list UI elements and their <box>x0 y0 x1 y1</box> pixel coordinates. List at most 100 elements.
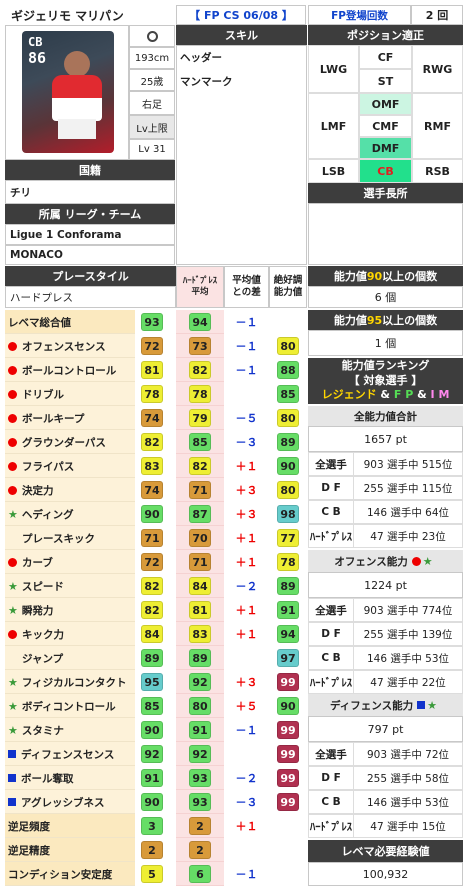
offense-ball-icon <box>8 341 17 351</box>
pos-st: ST <box>359 69 412 93</box>
offense-star-icon: ★ <box>422 554 433 568</box>
hp-avg-value: 2 <box>189 817 211 835</box>
defense-header-label: ディフェンス能力 <box>330 699 414 712</box>
top-form-header-line1: 絶好調 <box>273 274 303 286</box>
stat-row: キック力 84 83 ＋１ 94 <box>5 622 306 646</box>
stat-label-text: グラウンダーパス <box>22 436 106 449</box>
count95-num: 95 <box>366 313 383 327</box>
lv-value: Lv 31 <box>129 139 175 160</box>
stat-label: レベマ総合値 <box>8 310 71 334</box>
fp-count-label: FP登場回数 <box>308 5 411 25</box>
stat-label: キック力 <box>8 622 64 646</box>
stat-diff: ＋１ <box>235 532 258 545</box>
stat-label: ボール奪取 <box>8 766 74 790</box>
stat-diff: ＋１ <box>235 556 258 569</box>
hp-avg-value: 70 <box>189 529 211 547</box>
stat-label-text: スピード <box>21 580 64 593</box>
rank-key: C B <box>309 647 354 669</box>
stat-row: レベマ総合値 93 94 －１ <box>5 310 306 334</box>
club-header: 所属 リーグ・チーム <box>5 204 175 224</box>
star-icon: ★ <box>8 699 18 713</box>
hp-avg-value: 93 <box>189 769 211 787</box>
stat-label-text: 決定力 <box>22 484 54 497</box>
stat-diff <box>224 838 269 862</box>
stat-diff: －２ <box>235 580 258 593</box>
stat-row: フライパス 83 82 ＋１ 90 <box>5 454 306 478</box>
offense-ball-icon <box>8 365 17 375</box>
top-form-value: 99 <box>277 745 299 763</box>
stat-label-text: スタミナ <box>21 724 64 737</box>
stat-row: コンディション安定度 5 6 －１ <box>5 862 306 886</box>
rank-im: I M <box>430 388 450 402</box>
pos-lmf: LMF <box>308 93 359 159</box>
offense-ball-icon <box>411 556 421 566</box>
stat-label-text: レベマ総合値 <box>8 316 71 329</box>
card-position: CB <box>28 35 43 49</box>
offense-header-label: オフェンス能力 <box>334 555 408 568</box>
hp-avg-value: 82 <box>189 361 211 379</box>
top-form-value: 80 <box>277 409 299 427</box>
stat-diff <box>224 382 269 406</box>
rank-key: ﾊｰﾄﾞﾌﾟﾚｽ <box>309 671 354 693</box>
rank-row: D F 255 選手中 58位 <box>308 766 463 790</box>
stat-row: オフェンスセンス 72 73 －１ 80 <box>5 334 306 358</box>
stat-diff <box>224 646 269 670</box>
ranking-targets: レジェンド & F P & I M <box>322 388 450 403</box>
stat-label-text: ドリブル <box>22 388 64 401</box>
defense-square-icon <box>8 798 16 806</box>
hp-avg-value: 92 <box>189 673 211 691</box>
offense-ball-icon <box>8 485 17 495</box>
rank-value: 255 選手中 139位 <box>363 628 453 641</box>
rank-key: C B <box>309 501 354 523</box>
stat-value: 82 <box>141 601 163 619</box>
skill-item: マンマーク <box>180 76 233 88</box>
stat-row: ★ ボディコントロール 85 80 ＋５ 90 <box>5 694 306 718</box>
stat-diff: ＋１ <box>235 628 258 641</box>
hp-avg-header: ﾊｰﾄﾞﾌﾟﾚｽ 平均 <box>176 266 224 308</box>
count90-pre: 能力値 <box>333 270 367 283</box>
defense-square-icon <box>8 750 16 758</box>
stat-label: ディフェンスセンス <box>8 742 114 766</box>
rank-key: D F <box>309 477 354 499</box>
stat-row: ジャンプ 89 89 97 <box>5 646 306 670</box>
hp-avg-value: 93 <box>189 793 211 811</box>
top-form-value: 99 <box>277 673 299 691</box>
stat-label-text: ボディコントロール <box>21 700 116 713</box>
rank-key: ﾊｰﾄﾞﾌﾟﾚｽ <box>309 525 354 547</box>
stat-diff: －５ <box>235 412 258 425</box>
stat-diff: ＋３ <box>235 484 258 497</box>
stat-label: フライパス <box>8 454 74 478</box>
ranking-sub: 【 対象選手 】 <box>348 373 423 387</box>
stat-diff: －２ <box>235 772 258 785</box>
stat-value: 82 <box>141 577 163 595</box>
stat-row: 決定力 74 71 ＋３ 80 <box>5 478 306 502</box>
league-value: Ligue 1 Conforama <box>5 224 175 245</box>
stat-value: 89 <box>141 649 163 667</box>
count95-header: 能力値 95 以上の個数 <box>308 310 463 330</box>
defense-square-icon <box>417 701 426 709</box>
age-value: 25歳 <box>129 69 175 91</box>
pos-rwg: RWG <box>412 45 463 93</box>
rank-amp1: & <box>376 388 394 402</box>
stat-value: 92 <box>141 745 163 763</box>
foot-value: 右足 <box>129 91 175 115</box>
stat-value: 95 <box>141 673 163 691</box>
offense-ball-icon <box>8 413 17 423</box>
rank-value: 47 選手中 23位 <box>370 530 446 543</box>
stat-diff: －１ <box>235 868 258 881</box>
stat-row: カーブ 72 71 ＋１ 78 <box>5 550 306 574</box>
total-pt: 1657 pt <box>308 426 463 452</box>
rank-value: 47 選手中 15位 <box>370 820 446 833</box>
top-form-value: 98 <box>277 505 299 523</box>
rank-row: D F 255 選手中 115位 <box>308 476 463 500</box>
top-form-value: 77 <box>277 529 299 547</box>
stat-label-text: オフェンスセンス <box>22 340 106 353</box>
top-form-value: 99 <box>277 793 299 811</box>
stat-diff: －１ <box>235 316 258 329</box>
stat-value: 74 <box>141 481 163 499</box>
pos-rmf: RMF <box>412 93 463 159</box>
defense-header: ディフェンス能力 ★ <box>308 694 463 716</box>
top-form-value: 80 <box>277 337 299 355</box>
offense-ball-icon <box>8 437 17 447</box>
rank-key: 全選手 <box>309 743 354 765</box>
